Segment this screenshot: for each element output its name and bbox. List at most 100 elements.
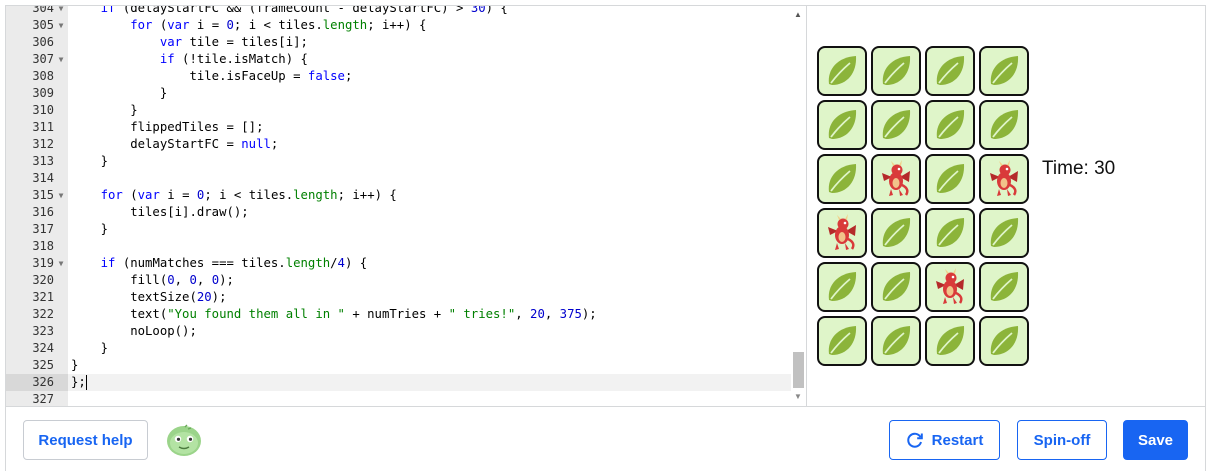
fold-arrow-icon[interactable]: ▼ — [56, 51, 66, 68]
restart-icon — [906, 432, 923, 448]
memory-tile[interactable] — [925, 316, 975, 366]
scroll-down-arrow-icon[interactable]: ▼ — [794, 392, 802, 401]
memory-tile[interactable] — [871, 208, 921, 258]
code-text[interactable]: flippedTiles = []; — [68, 119, 263, 136]
code-text[interactable]: if (delayStartFC && (frameCount - delayS… — [68, 6, 508, 17]
code-line[interactable]: 308 tile.isFaceUp = false; — [6, 68, 792, 85]
memory-tile[interactable] — [817, 316, 867, 366]
code-editor[interactable]: 304 ▼ if (delayStartFC && (frameCount - d… — [6, 6, 807, 406]
restart-label: Restart — [931, 431, 984, 449]
code-line[interactable]: 307 ▼ if (!tile.isMatch) { — [6, 51, 792, 68]
line-number: 314 — [32, 171, 54, 185]
fold-arrow-icon[interactable]: ▼ — [56, 17, 66, 34]
memory-tile[interactable] — [925, 154, 975, 204]
code-text[interactable]: if (!tile.isMatch) { — [68, 51, 308, 68]
code-line[interactable]: 305 ▼ for (var i = 0; i < tiles.length; i… — [6, 17, 792, 34]
memory-tile[interactable] — [925, 100, 975, 150]
memory-tile[interactable] — [979, 316, 1029, 366]
memory-tile[interactable] — [817, 208, 867, 258]
timer-text: Time: 30 — [1042, 158, 1116, 179]
code-line[interactable]: 321 textSize(20); — [6, 289, 792, 306]
code-text[interactable]: text("You found them all in " + numTries… — [68, 306, 596, 323]
editor-footer: Request help Restart Spin-off Save — [6, 406, 1205, 471]
program-output-canvas[interactable]: Time: 30 — [807, 6, 1205, 406]
request-help-button[interactable]: Request help — [23, 420, 148, 460]
code-text[interactable]: for (var i = 0; i < tiles.length; i++) { — [68, 17, 426, 34]
line-number: 324 — [32, 341, 54, 355]
memory-tile[interactable] — [979, 262, 1029, 312]
save-button[interactable]: Save — [1123, 420, 1188, 460]
memory-tile[interactable] — [817, 100, 867, 150]
line-number: 308 — [32, 69, 54, 83]
fold-arrow-icon[interactable]: ▼ — [56, 187, 66, 204]
tile-grid — [817, 46, 1029, 366]
code-text[interactable]: if (numMatches === tiles.length/4) { — [68, 255, 368, 272]
memory-tile[interactable] — [871, 316, 921, 366]
memory-tile[interactable] — [925, 208, 975, 258]
memory-tile[interactable] — [871, 154, 921, 204]
code-line[interactable]: 317 } — [6, 221, 792, 238]
code-line[interactable]: 320 fill(0, 0, 0); — [6, 272, 792, 289]
line-number: 320 — [32, 273, 54, 287]
memory-tile[interactable] — [925, 262, 975, 312]
code-lines[interactable]: 304 ▼ if (delayStartFC && (frameCount - d… — [6, 6, 792, 406]
memory-tile[interactable] — [979, 100, 1029, 150]
code-text[interactable]: textSize(20); — [68, 289, 226, 306]
code-text[interactable]: noLoop(); — [68, 323, 197, 340]
code-line[interactable]: 313 } — [6, 153, 792, 170]
code-text[interactable]: tile.isFaceUp = false; — [68, 68, 352, 85]
code-text[interactable]: fill(0, 0, 0); — [68, 272, 234, 289]
code-line[interactable]: 315 ▼ for (var i = 0; i < tiles.length; i… — [6, 187, 792, 204]
line-number: 312 — [32, 137, 54, 151]
code-text[interactable]: tiles[i].draw(); — [68, 204, 248, 221]
line-number: 322 — [32, 307, 54, 321]
memory-tile[interactable] — [979, 154, 1029, 204]
code-line[interactable]: 325} — [6, 357, 792, 374]
code-text[interactable]: }; — [68, 374, 87, 391]
code-line[interactable]: 323 noLoop(); — [6, 323, 792, 340]
line-number: 325 — [32, 358, 54, 372]
fold-arrow-icon[interactable]: ▼ — [56, 6, 66, 17]
code-line[interactable]: 322 text("You found them all in " + numT… — [6, 306, 792, 323]
code-line[interactable]: 314 — [6, 170, 792, 187]
line-number: 323 — [32, 324, 54, 338]
code-line[interactable]: 309 } — [6, 85, 792, 102]
code-line[interactable]: 319 ▼ if (numMatches === tiles.length/4) … — [6, 255, 792, 272]
fold-arrow-icon[interactable]: ▼ — [56, 255, 66, 272]
code-line[interactable]: 312 delayStartFC = null; — [6, 136, 792, 153]
memory-tile[interactable] — [871, 100, 921, 150]
memory-tile[interactable] — [871, 46, 921, 96]
code-text[interactable]: for (var i = 0; i < tiles.length; i++) { — [68, 187, 397, 204]
memory-tile[interactable] — [979, 46, 1029, 96]
code-line[interactable]: 310 } — [6, 102, 792, 119]
memory-tile[interactable] — [817, 46, 867, 96]
code-line[interactable]: 311 flippedTiles = []; — [6, 119, 792, 136]
code-text[interactable]: } — [68, 221, 108, 238]
editor-scrollbar[interactable]: ▲ ▼ — [791, 6, 806, 406]
code-text[interactable]: } — [68, 85, 167, 102]
scroll-up-arrow-icon[interactable]: ▲ — [794, 10, 802, 19]
code-text[interactable]: var tile = tiles[i]; — [68, 34, 308, 51]
scrollbar-thumb[interactable] — [793, 352, 804, 388]
code-text[interactable]: } — [68, 357, 78, 374]
memory-tile[interactable] — [817, 262, 867, 312]
restart-button[interactable]: Restart — [889, 420, 1000, 460]
code-line[interactable]: 327 — [6, 391, 792, 406]
line-number: 326 — [6, 374, 68, 391]
code-line[interactable]: 306 var tile = tiles[i]; — [6, 34, 792, 51]
line-number: 318 — [32, 239, 54, 253]
memory-tile[interactable] — [871, 262, 921, 312]
memory-tile[interactable] — [817, 154, 867, 204]
code-line[interactable]: 326}; — [6, 374, 792, 391]
code-text[interactable]: delayStartFC = null; — [68, 136, 278, 153]
memory-tile[interactable] — [925, 46, 975, 96]
spin-off-button[interactable]: Spin-off — [1017, 420, 1107, 460]
code-line[interactable]: 304 ▼ if (delayStartFC && (frameCount - d… — [6, 6, 792, 17]
code-line[interactable]: 324 } — [6, 340, 792, 357]
code-line[interactable]: 316 tiles[i].draw(); — [6, 204, 792, 221]
code-text[interactable]: } — [68, 340, 108, 357]
memory-tile[interactable] — [979, 208, 1029, 258]
code-text[interactable]: } — [68, 153, 108, 170]
code-line[interactable]: 318 — [6, 238, 792, 255]
code-text[interactable]: } — [68, 102, 137, 119]
